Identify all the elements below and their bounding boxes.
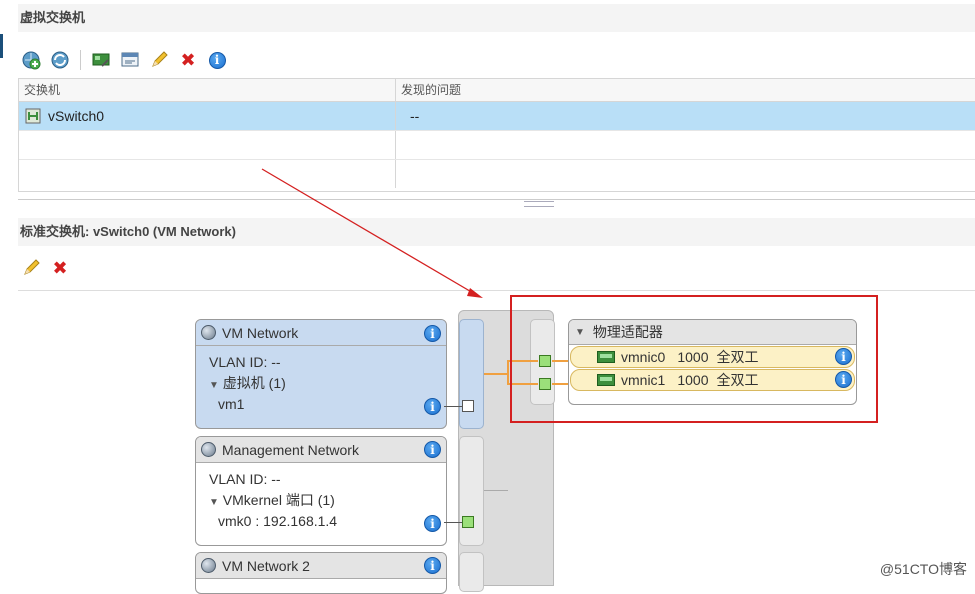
nic-row-vmnic1[interactable]: vmnic1 1000 全双工 i bbox=[570, 369, 855, 391]
nic-name: vmnic0 bbox=[621, 349, 666, 365]
info-icon[interactable]: i bbox=[835, 348, 852, 365]
uplink-line-2 bbox=[507, 374, 538, 385]
connection-overlay bbox=[261, 168, 878, 423]
nic-card-icon bbox=[597, 374, 615, 386]
uplink-port-2 bbox=[539, 378, 551, 390]
info-icon[interactable]: i bbox=[835, 371, 852, 388]
nic-duplex: 全双工 bbox=[716, 372, 759, 388]
uplink-port-1 bbox=[539, 355, 551, 367]
nic-name: vmnic1 bbox=[621, 372, 666, 388]
nic-speed: 1000 bbox=[677, 372, 709, 388]
nic-duplex: 全双工 bbox=[716, 349, 759, 365]
annotation-arrow bbox=[261, 168, 481, 298]
physical-adapters-box: ▼ 物理适配器 vmnic0 1000 全双工 i vmnic1 1000 全双… bbox=[568, 319, 857, 405]
watermark: @51CTO博客 bbox=[879, 561, 967, 577]
nic-speed: 1000 bbox=[677, 349, 709, 365]
nic-row-vmnic0[interactable]: vmnic0 1000 全双工 i bbox=[570, 346, 855, 368]
triangle-down-icon: ▼ bbox=[575, 326, 585, 338]
annotation-arrowhead bbox=[467, 288, 483, 298]
physical-adapters-header[interactable]: ▼ 物理适配器 bbox=[569, 320, 856, 345]
physical-adapters-title: 物理适配器 bbox=[592, 324, 663, 340]
nic-card-icon bbox=[597, 351, 615, 363]
